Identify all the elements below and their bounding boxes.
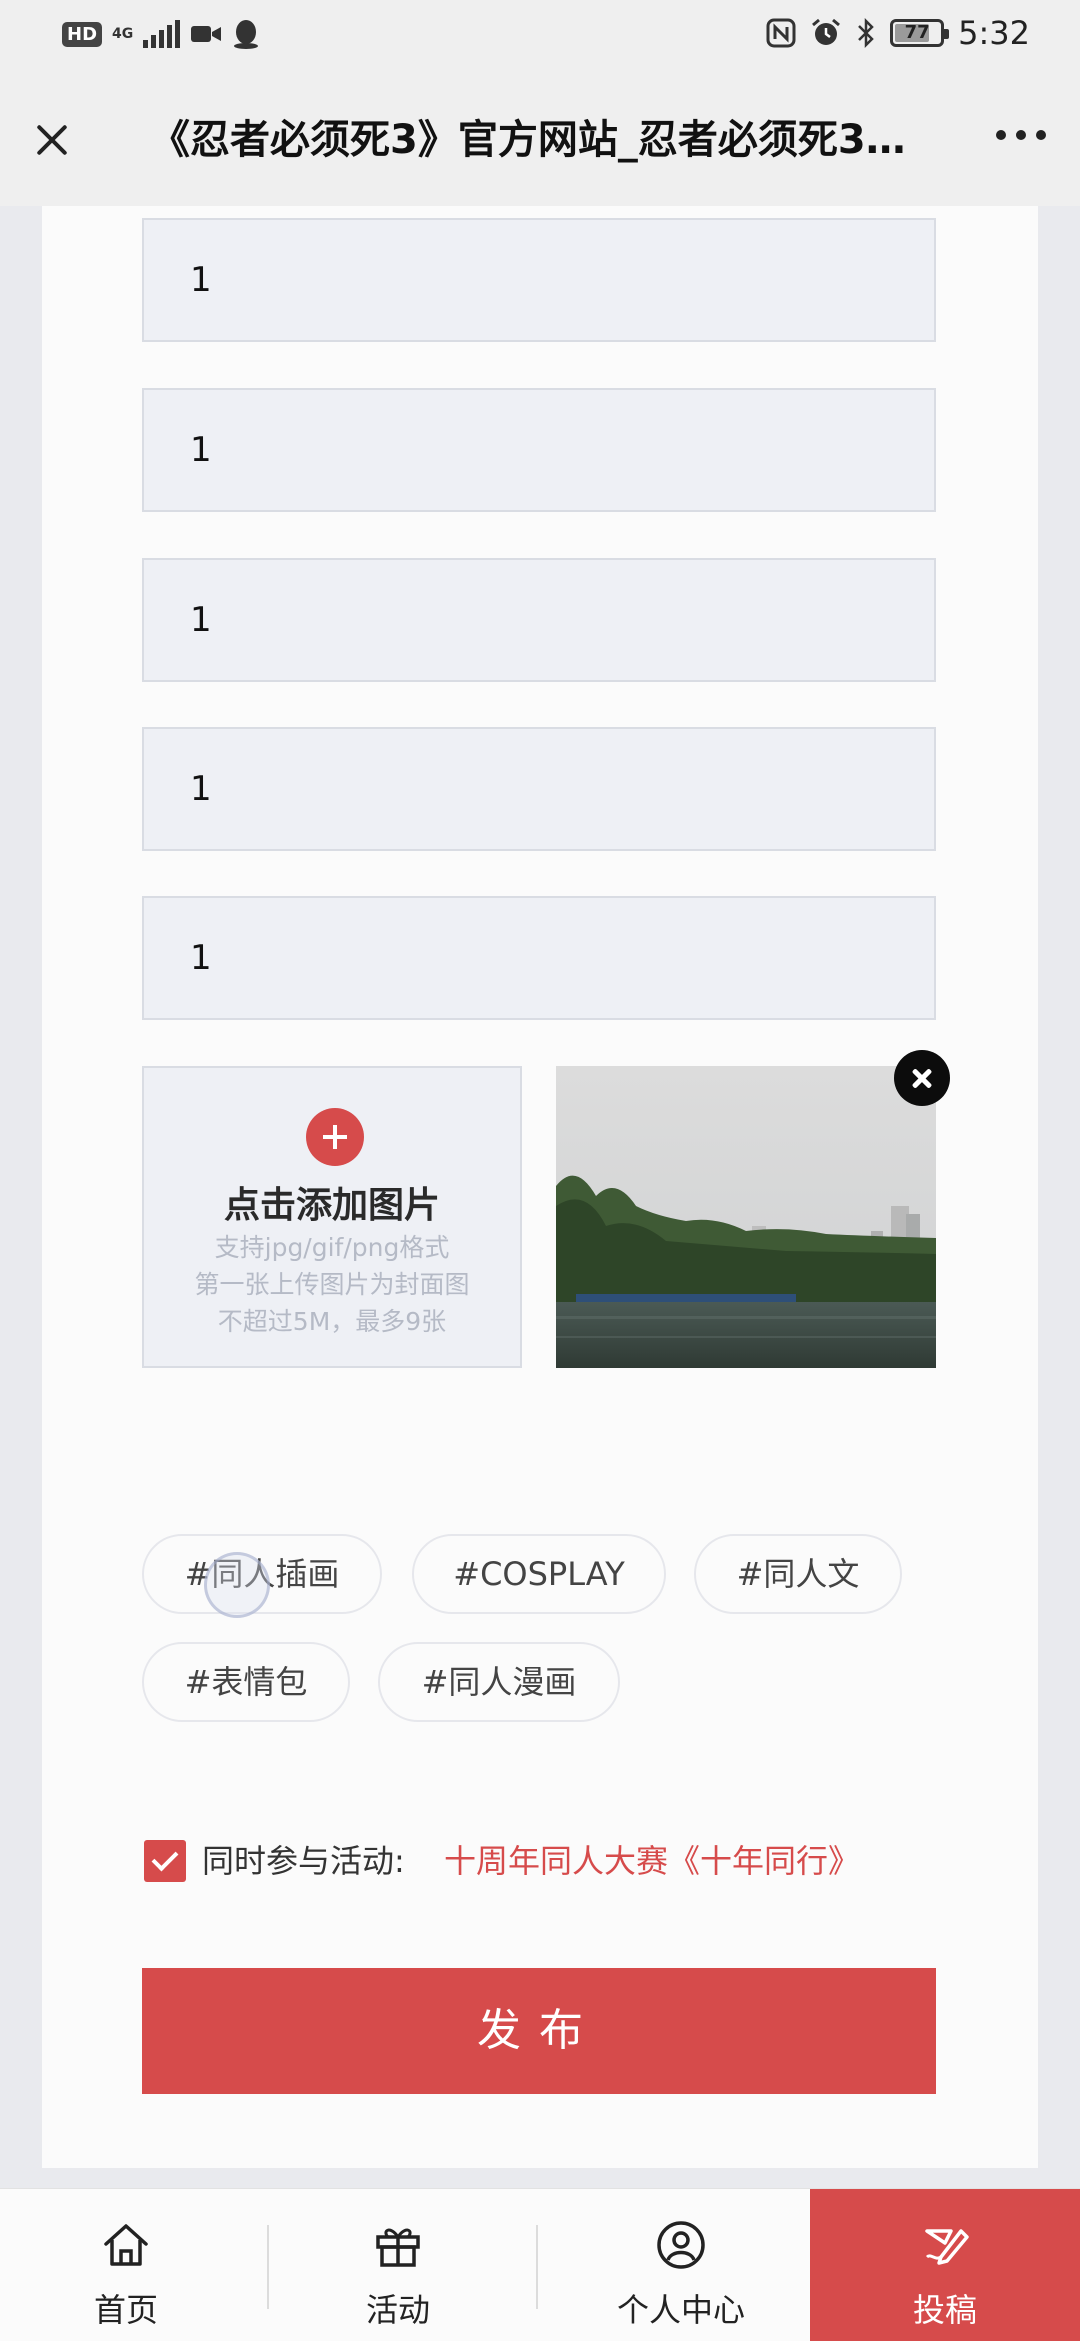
add-image-button[interactable]: 点击添加图片 支持jpg/gif/png格式 第一张上传图片为封面图 不超过5M…: [142, 1066, 522, 1368]
nfc-icon: [766, 18, 796, 48]
alarm-icon: [812, 18, 841, 45]
nav-activity-label: 活动: [365, 2291, 430, 2329]
upload-title: 点击添加图片: [223, 1185, 440, 1226]
nav-profile-label: 个人中心: [616, 2291, 745, 2329]
more-dot-icon: [996, 130, 1006, 140]
more-dot-icon: [1016, 130, 1026, 140]
activity-link[interactable]: 十周年同人大赛《十年同行》: [444, 1836, 860, 1886]
user-circle-icon: [657, 2221, 705, 2269]
video-icon: [191, 26, 222, 42]
tag-fan-fiction[interactable]: #同人文: [694, 1534, 902, 1614]
plus-icon: [306, 1108, 364, 1166]
uploaded-photo[interactable]: [556, 1066, 936, 1368]
clock: 5:32: [958, 14, 1030, 52]
bluetooth-icon: [858, 17, 874, 49]
close-button[interactable]: [24, 112, 80, 168]
nav-home[interactable]: 首页: [0, 2189, 252, 2341]
text-field-5[interactable]: 1: [142, 896, 936, 1020]
submission-form: 1 1 1 1 1 点击添加图片 支持jpg/gif/png格式 第一张上传图片…: [42, 206, 1038, 2168]
text-field-3[interactable]: 1: [142, 558, 936, 682]
activity-label: 同时参与活动:: [202, 1842, 405, 1880]
lake-photo-image: [556, 1066, 936, 1368]
status-bar: HD 4G 77 5:32: [0, 0, 1080, 74]
touch-indicator: [204, 1552, 270, 1618]
page-title: 《忍者必须死3》官方网站_忍者必须死3官方网站: [150, 117, 910, 163]
network-type: 4G: [112, 26, 134, 42]
gift-icon: [376, 2228, 420, 2267]
tag-fan-comic[interactable]: #同人漫画: [378, 1642, 620, 1722]
remove-photo-button[interactable]: [894, 1050, 950, 1106]
text-field-4[interactable]: 1: [142, 727, 936, 851]
home-icon: [104, 2224, 148, 2266]
status-right: 77 5:32: [766, 14, 1030, 52]
text-field-2[interactable]: 1: [142, 388, 936, 512]
tag-stickers[interactable]: #表情包: [142, 1642, 350, 1722]
nav-divider: [267, 2225, 269, 2309]
upload-hint-limit: 不超过5M，最多9张: [217, 1307, 447, 1336]
nav-profile[interactable]: 个人中心: [552, 2189, 810, 2341]
submit-pen-icon: [925, 2229, 969, 2265]
nav-submit[interactable]: 投稿: [810, 2189, 1080, 2341]
join-activity-checkbox[interactable]: [144, 1840, 186, 1882]
nav-home-label: 首页: [93, 2291, 158, 2329]
more-options-button[interactable]: [996, 130, 1046, 140]
tag-cosplay[interactable]: #COSPLAY: [412, 1534, 666, 1614]
signal-icon: [143, 20, 181, 48]
hd-badge: HD: [62, 21, 103, 47]
text-field-1[interactable]: 1: [142, 218, 936, 342]
title-bar: 《忍者必须死3》官方网站_忍者必须死3官方网站: [0, 74, 1080, 206]
upload-hint-format: 支持jpg/gif/png格式: [214, 1233, 450, 1262]
status-left: HD 4G: [62, 18, 260, 50]
bottom-nav: 首页 活动 个人中心 投稿: [0, 2188, 1080, 2341]
upload-hint-cover: 第一张上传图片为封面图: [194, 1270, 470, 1299]
nav-activity[interactable]: 活动: [282, 2189, 514, 2341]
nav-submit-label: 投稿: [912, 2291, 977, 2329]
qq-icon: [234, 20, 259, 49]
battery-level: 77: [904, 22, 930, 43]
publish-button[interactable]: 发布: [142, 1968, 936, 2094]
more-dot-icon: [1036, 130, 1046, 140]
nav-divider: [536, 2225, 538, 2309]
battery-icon: 77: [890, 19, 950, 47]
